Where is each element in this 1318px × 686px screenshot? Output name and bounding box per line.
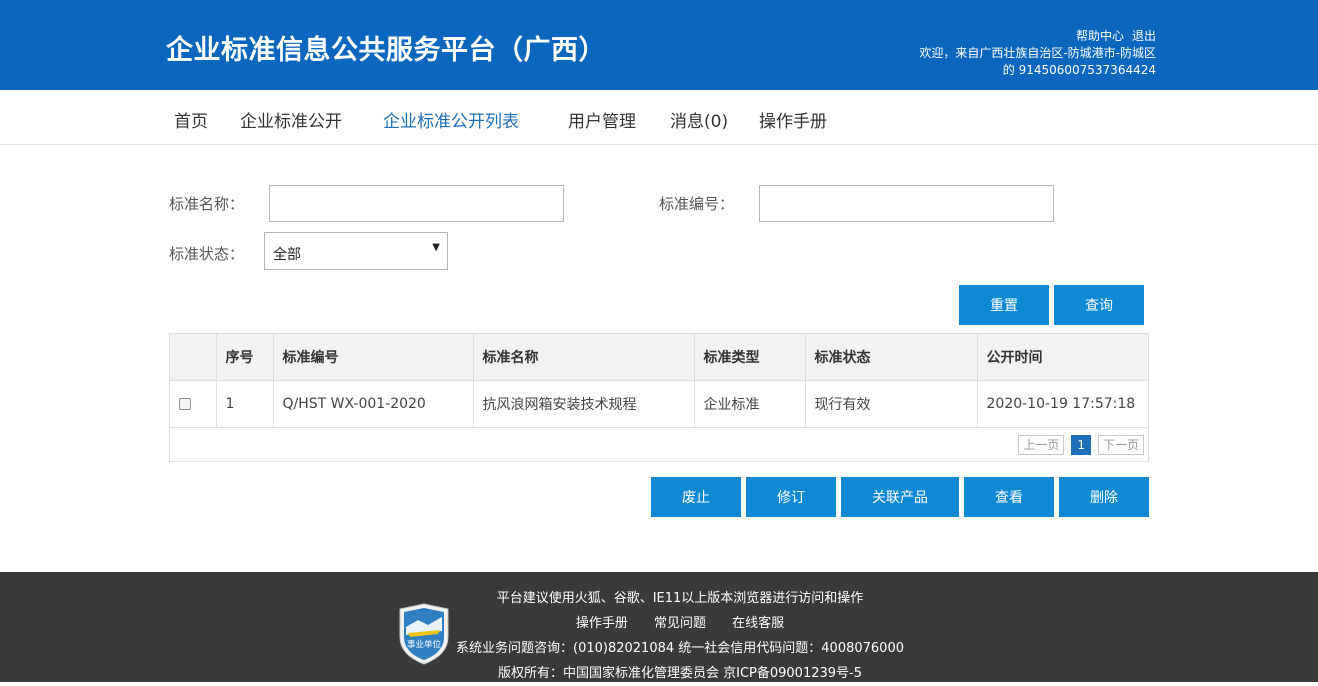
nav-user-management[interactable]: 用户管理 bbox=[568, 107, 636, 132]
row-index: 1 bbox=[216, 380, 274, 428]
logout-link[interactable]: 退出 bbox=[1132, 29, 1156, 43]
column-header-status: 标准状态 bbox=[805, 334, 978, 381]
main-nav: 首页 企业标准公开 企业标准公开列表 用户管理 消息(0) 操作手册 bbox=[0, 90, 1318, 145]
table-header-row: 序号 标准编号 标准名称 标准类型 标准状态 公开时间 bbox=[170, 334, 1148, 381]
next-page-button[interactable]: 下一页 bbox=[1097, 435, 1144, 455]
delete-button[interactable]: 删除 bbox=[1059, 477, 1149, 517]
nav-messages[interactable]: 消息(0) bbox=[670, 107, 728, 132]
revise-button[interactable]: 修订 bbox=[746, 477, 836, 517]
user-info-panel: 帮助中心 退出 欢迎，来自广西壮族自治区-防城港市-防城区 的 914506007… bbox=[919, 28, 1156, 79]
nav-manual[interactable]: 操作手册 bbox=[759, 107, 827, 132]
browser-notice: 平台建议使用火狐、谷歌、IE11以上版本浏览器进行访问和操作 bbox=[496, 591, 864, 606]
column-header-select bbox=[170, 334, 217, 381]
footer-link-manual[interactable]: 操作手册 bbox=[576, 616, 628, 631]
row-publish-time: 2020-10-19 17:57:18 bbox=[977, 380, 1148, 428]
nav-standard-publish[interactable]: 企业标准公开 bbox=[240, 107, 342, 132]
row-standard-type: 企业标准 bbox=[694, 380, 806, 428]
column-header-name: 标准名称 bbox=[473, 334, 695, 381]
related-products-button[interactable]: 关联产品 bbox=[841, 477, 959, 517]
footer: 事业单位 平台建议使用火狐、谷歌、IE11以上版本浏览器进行访问和操作 操作手册… bbox=[0, 572, 1318, 682]
current-page-button[interactable]: 1 bbox=[1071, 435, 1091, 455]
abolish-button[interactable]: 废止 bbox=[651, 477, 741, 517]
nav-standard-list[interactable]: 企业标准公开列表 bbox=[383, 107, 519, 132]
row-checkbox[interactable] bbox=[179, 397, 191, 410]
welcome-text: 欢迎，来自广西壮族自治区-防城港市-防城区 bbox=[919, 46, 1156, 60]
query-button[interactable]: 查询 bbox=[1054, 285, 1144, 325]
column-header-index: 序号 bbox=[216, 334, 274, 381]
row-select-cell bbox=[170, 380, 217, 428]
footer-link-online-service[interactable]: 在线客服 bbox=[732, 616, 784, 631]
row-standard-number: Q/HST WX-001-2020 bbox=[273, 380, 474, 428]
status-select-value: 全部 bbox=[273, 247, 301, 263]
standard-number-label: 标准编号： bbox=[659, 195, 735, 213]
column-header-publish-time: 公开时间 bbox=[977, 334, 1148, 381]
footer-text: 平台建议使用火狐、谷歌、IE11以上版本浏览器进行访问和操作 操作手册 常见问题… bbox=[0, 586, 1318, 686]
row-standard-name: 抗风浪网箱安装技术规程 bbox=[473, 380, 695, 428]
standard-status-select[interactable]: 全部 ▼ bbox=[264, 232, 448, 270]
results-table: 序号 标准编号 标准名称 标准类型 标准状态 公开时间 1 Q/HST WX-0… bbox=[169, 333, 1149, 462]
prev-page-button[interactable]: 上一页 bbox=[1018, 435, 1065, 455]
standard-name-input[interactable] bbox=[269, 185, 564, 222]
standard-number-input[interactable] bbox=[759, 185, 1054, 222]
contact-info: 系统业务问题咨询：(010)82021084 统一社会信用代码问题：400807… bbox=[456, 641, 904, 656]
copyright: 版权所有：中国国家标准化管理委员会 京ICP备09001239号-5 bbox=[497, 666, 862, 681]
pagination: 上一页 1 下一页 bbox=[1018, 435, 1144, 455]
column-header-type: 标准类型 bbox=[694, 334, 806, 381]
row-standard-status: 现行有效 bbox=[805, 380, 978, 428]
column-header-number: 标准编号 bbox=[273, 334, 474, 381]
account-id: 的 914506007537364424 bbox=[1002, 63, 1156, 77]
reset-button[interactable]: 重置 bbox=[959, 285, 1049, 325]
table-row[interactable]: 1 Q/HST WX-001-2020 抗风浪网箱安装技术规程 企业标准 现行有… bbox=[170, 380, 1148, 428]
nav-home[interactable]: 首页 bbox=[174, 107, 208, 132]
standard-status-label: 标准状态： bbox=[169, 245, 245, 263]
footer-link-faq[interactable]: 常见问题 bbox=[654, 616, 706, 631]
footer-links: 操作手册 常见问题 在线客服 bbox=[0, 611, 1318, 636]
standard-name-label: 标准名称： bbox=[169, 195, 245, 213]
help-center-link[interactable]: 帮助中心 bbox=[1076, 29, 1124, 43]
header-links: 帮助中心 退出 bbox=[919, 28, 1156, 45]
view-button[interactable]: 查看 bbox=[964, 477, 1054, 517]
site-title: 企业标准信息公共服务平台（广西） bbox=[166, 35, 606, 66]
chevron-down-icon: ▼ bbox=[432, 242, 440, 253]
header-bar: 企业标准信息公共服务平台（广西） 帮助中心 退出 欢迎，来自广西壮族自治区-防城港… bbox=[0, 0, 1318, 90]
